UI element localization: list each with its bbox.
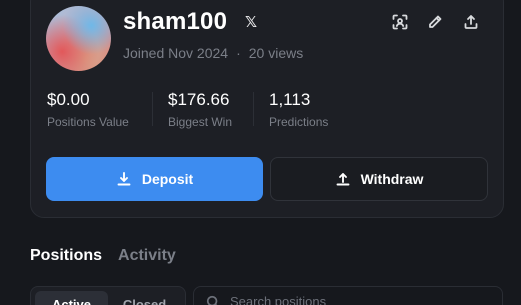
search-icon xyxy=(206,295,218,305)
upload-icon xyxy=(336,173,350,186)
withdraw-label: Withdraw xyxy=(360,171,424,187)
stat-biggest-win: $176.66 Biggest Win xyxy=(168,90,232,129)
view-count: 20 views xyxy=(248,45,304,61)
deposit-label: Deposit xyxy=(141,171,194,187)
segment-active[interactable]: Active xyxy=(35,291,108,305)
tab-positions[interactable]: Positions xyxy=(30,247,102,265)
search-input[interactable] xyxy=(230,294,480,305)
stat-divider xyxy=(253,92,254,126)
position-status-toggle: Active Closed xyxy=(30,286,186,305)
stat-value: $0.00 xyxy=(47,90,90,109)
profile-tabs: Positions Activity xyxy=(30,247,176,265)
stat-value: 1,113 xyxy=(269,90,311,109)
stat-positions-value: $0.00 Positions Value xyxy=(47,90,129,129)
qr-scan-icon[interactable] xyxy=(390,12,410,32)
stat-predictions: 1,113 Predictions xyxy=(269,90,328,129)
deposit-button[interactable]: Deposit xyxy=(46,157,263,201)
stat-label: Predictions xyxy=(269,115,329,129)
username: sham100 xyxy=(123,8,228,35)
profile-meta: Joined Nov 2024 · 20 views xyxy=(123,45,303,61)
stat-value: $176.66 xyxy=(168,90,230,109)
share-icon[interactable] xyxy=(461,12,481,32)
search-box xyxy=(193,286,503,305)
tab-activity[interactable]: Activity xyxy=(118,247,176,265)
x-icon[interactable]: 𝕏 xyxy=(240,11,262,33)
joined-date: Joined Nov 2024 xyxy=(123,45,229,61)
download-icon xyxy=(117,172,131,186)
pencil-icon[interactable] xyxy=(425,12,445,32)
withdraw-button[interactable]: Withdraw xyxy=(270,157,488,201)
stat-divider xyxy=(152,92,153,126)
segment-closed[interactable]: Closed xyxy=(108,291,181,305)
stat-label: Positions Value xyxy=(47,115,129,129)
meta-separator: · xyxy=(236,45,241,61)
stat-label: Biggest Win xyxy=(168,115,233,129)
avatar[interactable] xyxy=(46,6,111,71)
